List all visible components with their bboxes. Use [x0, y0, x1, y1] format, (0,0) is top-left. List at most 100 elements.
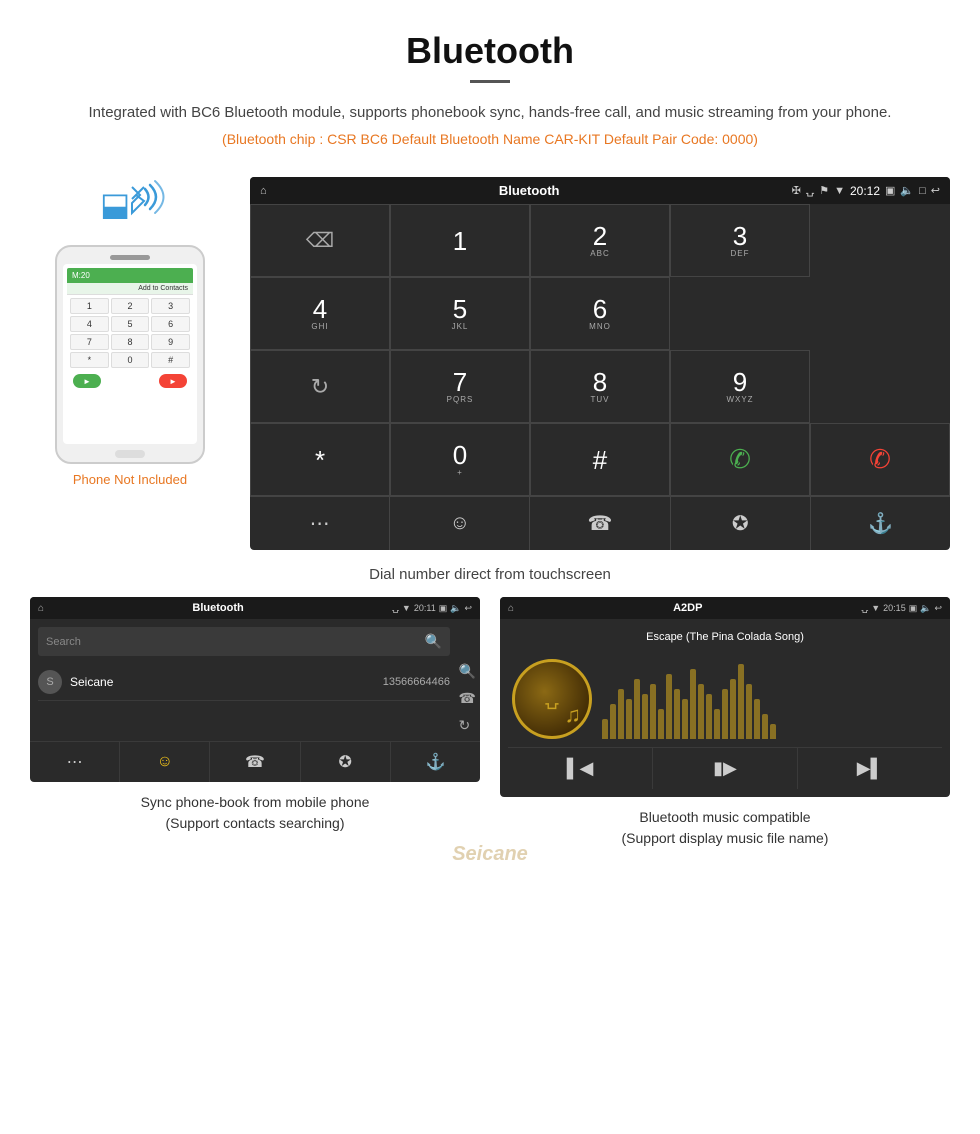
music-song-title: Escape (The Pina Colada Song) — [646, 627, 804, 651]
pb-camera-icon: ▣ — [439, 603, 448, 614]
home-icon[interactable]: ⌂ — [260, 185, 267, 197]
search-icon[interactable]: 🔍 — [425, 633, 442, 650]
pb-side-refresh-icon[interactable]: ↻ — [459, 717, 476, 734]
eq-bar — [634, 679, 640, 739]
phone-key-8[interactable]: 8 — [111, 334, 150, 350]
toolbar-contacts-button[interactable]: ☺ — [390, 497, 530, 550]
phone-key-2[interactable]: 2 — [111, 298, 150, 314]
eq-bar — [626, 699, 632, 739]
volume-icon: 🔈 — [900, 184, 914, 197]
pb-toolbar: ⋯ ☺ ☎ ✪ ⚓ — [30, 741, 480, 782]
music-header-icons: ⍽ ▼ 20:15 ▣ 🔈 ↩ — [861, 603, 942, 614]
phone-key-3[interactable]: 3 — [151, 298, 190, 314]
toolbar-bluetooth-btn[interactable]: ✪ — [671, 497, 811, 550]
phone-hangup-button[interactable]: ► — [159, 374, 187, 388]
pb-toolbar-bt[interactable]: ✪ — [301, 742, 391, 782]
phone-section: ⬓ M:20 Add to Contacts 1 2 — [30, 177, 230, 487]
pb-sidebar: 🔍 ☎ ↻ — [459, 627, 476, 734]
toolbar-phone-button[interactable]: ☎ — [530, 497, 670, 550]
dial-backspace-button[interactable]: ⌫ — [250, 204, 390, 277]
title-divider — [470, 80, 510, 83]
search-placeholder: Search — [46, 636, 81, 648]
dial-key-hash[interactable]: # — [530, 423, 670, 496]
pb-wifi-icon: ▼ — [402, 603, 411, 613]
music-play-pause-button[interactable]: ▮▶ — [653, 748, 798, 789]
contact-row[interactable]: S Seicane 13566664466 — [38, 664, 450, 701]
pb-back-icon[interactable]: ↩ — [464, 603, 472, 614]
music-home-icon[interactable]: ⌂ — [508, 603, 514, 614]
eq-bar — [738, 664, 744, 739]
phone-key-0[interactable]: 0 — [111, 352, 150, 368]
phone-key-4[interactable]: 4 — [70, 316, 109, 332]
toolbar-dialpad-button[interactable]: ⋯ — [250, 497, 390, 550]
pb-bt-icon: ⍽ — [392, 603, 399, 614]
dial-key-2[interactable]: 2 ABC — [530, 204, 670, 277]
contact-number: 13566664466 — [383, 676, 450, 688]
music-caption: Bluetooth music compatible (Support disp… — [622, 807, 829, 849]
music-prev-button[interactable]: ▌◀ — [508, 748, 653, 789]
dial-key-0[interactable]: 0 + — [390, 423, 530, 496]
bottom-row: ⌂ Bluetooth ⍽ ▼ 20:11 ▣ 🔈 ↩ Search 🔍 — [0, 597, 980, 869]
pb-toolbar-link[interactable]: ⚓ — [391, 742, 480, 782]
toolbar-link-button[interactable]: ⚓ — [811, 497, 950, 550]
phonebook-caption: Sync phone-book from mobile phone (Suppo… — [141, 792, 370, 834]
camera-icon: ▣ — [885, 184, 895, 197]
pb-home-icon[interactable]: ⌂ — [38, 603, 44, 614]
eq-bar — [762, 714, 768, 739]
eq-bar — [722, 689, 728, 739]
phone-key-7[interactable]: 7 — [70, 334, 109, 350]
pb-toolbar-dialpad[interactable]: ⋯ — [30, 742, 120, 782]
car-screen-toolbar: ⋯ ☺ ☎ ✪ ⚓ — [250, 496, 950, 550]
phone-key-star[interactable]: * — [70, 352, 109, 368]
usb-icon: ✠ — [792, 184, 801, 197]
music-note-icon: ♫ — [565, 702, 582, 728]
dial-call-button[interactable]: ✆ — [670, 423, 810, 496]
phone-key-1[interactable]: 1 — [70, 298, 109, 314]
phone-key-5[interactable]: 5 — [111, 316, 150, 332]
car-dial-screen: ⌂ Bluetooth ✠ ⍽ ⚑ ▼ 20:12 ▣ 🔈 □ ↩ 1 — [250, 177, 950, 550]
dial-key-5[interactable]: 5 JKL — [390, 277, 530, 350]
music-toolbar: ▌◀ ▮▶ ▶▌ — [508, 747, 942, 789]
eq-bar — [746, 684, 752, 739]
location-icon: ⚑ — [819, 184, 829, 197]
header-left-icons: ⌂ — [260, 185, 267, 197]
main-content: ⬓ M:20 Add to Contacts 1 2 — [0, 157, 980, 560]
phone-key-9[interactable]: 9 — [151, 334, 190, 350]
phone-key-hash[interactable]: # — [151, 352, 190, 368]
dial-key-8[interactable]: 8 TUV — [530, 350, 670, 423]
music-wifi-icon: ▼ — [871, 603, 880, 613]
dial-key-9[interactable]: 9 WXYZ — [670, 350, 810, 423]
pb-toolbar-phone[interactable]: ☎ — [210, 742, 300, 782]
bluetooth-icon-area: ⬓ — [90, 177, 170, 237]
dial-refresh-button[interactable]: ↻ — [250, 350, 390, 423]
dial-caption: Dial number direct from touchscreen — [0, 560, 980, 597]
dial-key-3[interactable]: 3 DEF — [670, 204, 810, 277]
screen-icon: □ — [919, 185, 926, 197]
eq-bar — [666, 674, 672, 739]
back-icon[interactable]: ↩ — [931, 184, 940, 197]
music-bt-icon: ⍽ — [861, 603, 868, 614]
dial-key-1[interactable]: 1 — [390, 204, 530, 277]
eq-bar — [770, 724, 776, 739]
music-next-button[interactable]: ▶▌ — [798, 748, 942, 789]
eq-bar — [698, 684, 704, 739]
phone-key-6[interactable]: 6 — [151, 316, 190, 332]
dial-key-7[interactable]: 7 PQRS — [390, 350, 530, 423]
phone-home-button[interactable] — [115, 450, 145, 458]
phone-call-button[interactable]: ► — [73, 374, 101, 388]
phone-icon: ☎ — [588, 511, 613, 536]
dial-key-4[interactable]: 4 GHI — [250, 277, 390, 350]
phonebook-search-bar[interactable]: Search 🔍 — [38, 627, 450, 656]
phone-mockup: M:20 Add to Contacts 1 2 3 4 5 6 7 8 9 *… — [55, 245, 205, 464]
pb-vol-icon: 🔈 — [450, 603, 461, 614]
album-bt-icon: ⍽ — [545, 689, 559, 710]
eq-bar — [602, 719, 608, 739]
dial-hangup-button[interactable]: ✆ — [810, 423, 950, 496]
dial-key-star[interactable]: * — [250, 423, 390, 496]
music-back-icon[interactable]: ↩ — [934, 603, 942, 614]
dial-key-6[interactable]: 6 MNO — [530, 277, 670, 350]
pb-toolbar-contacts[interactable]: ☺ — [120, 742, 210, 782]
pb-side-search-icon[interactable]: 🔍 — [459, 663, 476, 680]
pb-side-phone-icon[interactable]: ☎ — [459, 690, 476, 707]
eq-bar — [610, 704, 616, 739]
